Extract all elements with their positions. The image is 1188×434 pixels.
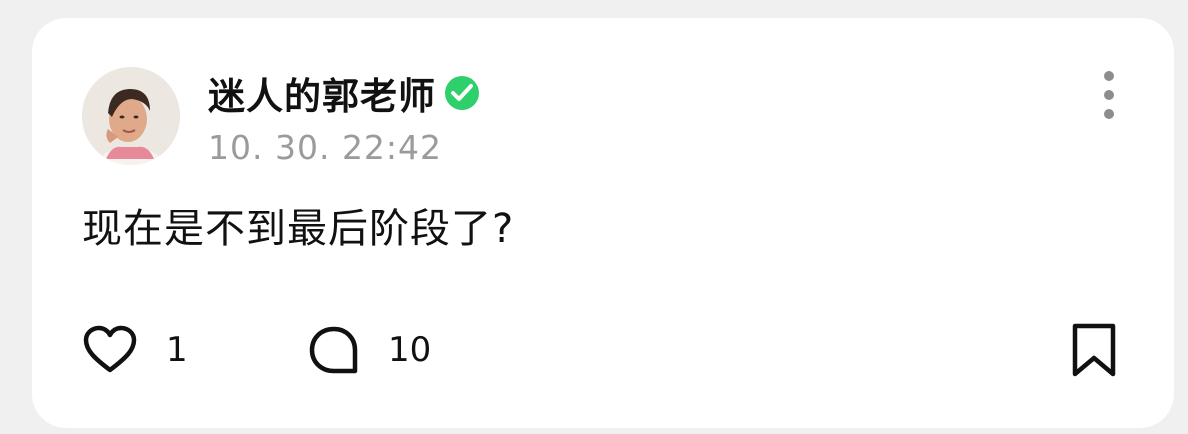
like-count: 1 [166,330,188,370]
post-text: 现在是不到最后阶段了? [82,206,515,252]
bookmark-button[interactable] [1068,322,1120,378]
author-name[interactable]: 迷人的郭老师 [208,66,436,120]
comment-bubble-icon [309,326,358,374]
more-vertical-icon [1104,71,1114,119]
more-options-button[interactable] [1092,68,1126,126]
avatar[interactable] [82,67,180,165]
post-timestamp: 10. 30. 22:42 [208,128,443,167]
bookmark-icon [1072,323,1116,377]
verified-check-icon [445,76,479,110]
like-button[interactable]: 1 [82,325,308,375]
avatar-image [82,67,180,165]
comment-count: 10 [388,330,432,370]
post-card: 迷人的郭老师 10. 30. 22:42 现在是不到最后阶段了? 1 10 [32,18,1174,428]
comment-button[interactable]: 10 [308,325,431,375]
heart-icon [83,325,137,373]
action-bar: 1 10 [82,324,431,376]
author-row: 迷人的郭老师 [208,70,480,118]
